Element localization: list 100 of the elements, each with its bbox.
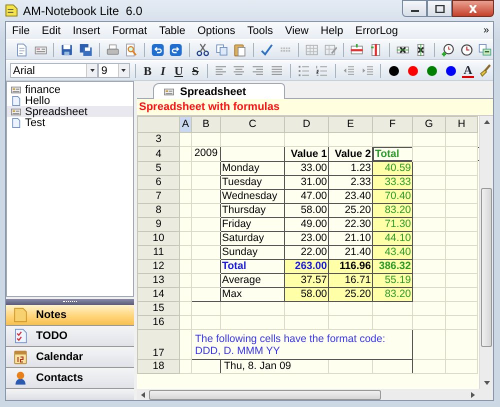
row-header[interactable]: 8 [138, 204, 180, 218]
format-button[interactable]: I [158, 64, 168, 78]
menu-item[interactable]: Format [112, 24, 148, 36]
menu-item[interactable]: File [12, 24, 30, 36]
brush-icon[interactable] [478, 64, 492, 78]
print-preview-icon[interactable] [124, 42, 138, 56]
horizontal-scrollbar[interactable] [137, 389, 493, 400]
printer-icon[interactable] [106, 42, 120, 56]
row-header[interactable]: 12 [138, 260, 180, 274]
scissors-icon[interactable] [196, 42, 210, 56]
menu-item[interactable]: ErrorLog [355, 24, 398, 36]
font-color-button[interactable]: A [462, 64, 474, 78]
export-icon[interactable] [478, 42, 492, 56]
font-size-dropdown[interactable]: 9 [98, 63, 130, 78]
row-header[interactable]: 13 [138, 274, 180, 288]
color-button[interactable] [426, 66, 437, 76]
row-header[interactable]: 3 [138, 132, 180, 146]
clock-add-icon[interactable] [440, 42, 455, 56]
vertical-scrollbar[interactable] [479, 116, 493, 389]
bullet-list-icon[interactable] [296, 64, 310, 78]
caret-icon [90, 69, 95, 72]
color-button[interactable] [389, 66, 400, 76]
arrow-up-icon[interactable] [484, 120, 490, 124]
row-header[interactable]: 14 [138, 288, 180, 302]
column-header[interactable]: D [284, 116, 328, 132]
minimize-button[interactable] [402, 0, 427, 17]
redo-icon[interactable] [169, 42, 184, 56]
column-header[interactable]: C [220, 116, 284, 132]
close-button[interactable] [452, 0, 494, 17]
new-page-icon[interactable] [15, 42, 29, 56]
column-header[interactable]: G [412, 116, 446, 132]
row-header[interactable]: 10 [138, 232, 180, 246]
column-header[interactable]: A [180, 116, 192, 132]
insert-row-icon[interactable] [350, 42, 364, 56]
row-header[interactable]: 7 [138, 190, 180, 204]
row-header[interactable]: 4 [138, 146, 180, 162]
numbered-list-icon[interactable] [315, 64, 329, 78]
nav-button[interactable]: Notes [6, 305, 134, 326]
menu-item[interactable]: View [284, 24, 309, 36]
menu-item[interactable]: Edit [42, 24, 61, 36]
row-header[interactable]: 18 [138, 360, 180, 374]
maximize-button[interactable] [427, 0, 452, 17]
column-header[interactable]: H [446, 116, 478, 132]
note-item[interactable]: finance [7, 84, 133, 95]
justify-icon[interactable] [270, 64, 284, 78]
menu-item[interactable]: Table [159, 24, 186, 36]
app-icon [5, 4, 18, 17]
row-header[interactable]: 11 [138, 246, 180, 260]
checkmark-icon[interactable] [260, 42, 274, 56]
format-button[interactable]: B [140, 64, 155, 78]
column-label: Value 1 [290, 148, 327, 160]
menu-item[interactable]: Tools [247, 24, 273, 36]
nav-button[interactable]: Contacts [6, 368, 134, 389]
clock-icon[interactable] [460, 42, 474, 56]
arrow-right-icon[interactable] [471, 392, 475, 398]
row-header[interactable]: 5 [138, 162, 180, 176]
font-dropdown[interactable]: Arial [10, 63, 98, 78]
menu-item[interactable]: Options [197, 24, 236, 36]
nav-button[interactable]: Calendar [6, 347, 134, 368]
arrow-left-icon[interactable] [141, 392, 145, 398]
table-cell: 33.33 [372, 176, 412, 190]
nav-button[interactable]: TODO [6, 326, 134, 347]
note-icon [13, 307, 28, 323]
align-center-icon[interactable] [232, 64, 246, 78]
column-header[interactable]: B [192, 116, 220, 132]
tab[interactable]: Spreadsheet [153, 83, 286, 99]
table-cell: 58.00 [284, 288, 328, 302]
color-button[interactable] [408, 66, 418, 76]
year-label: 2009 [194, 148, 218, 159]
column-header[interactable]: E [328, 116, 372, 132]
arrow-down-icon[interactable] [484, 381, 490, 385]
row-header[interactable]: 9 [138, 218, 180, 232]
copy-icon[interactable] [214, 42, 228, 56]
color-button[interactable] [446, 66, 456, 76]
table-cell: 31.00 [284, 176, 328, 190]
undo-icon[interactable] [150, 42, 164, 56]
note-item[interactable]: Hello [7, 95, 133, 106]
row-header[interactable]: 6 [138, 176, 180, 190]
note-item[interactable]: Test [7, 117, 133, 128]
table-cell: 43.40 [372, 246, 412, 260]
column-header[interactable]: F [372, 116, 412, 132]
insert-column-icon[interactable] [369, 42, 383, 56]
align-left-icon[interactable] [214, 64, 228, 78]
format-button[interactable]: U [171, 64, 186, 78]
format-button[interactable]: S [189, 64, 202, 78]
menu-item[interactable]: Help [320, 24, 344, 36]
table-cell: 44.10 [372, 232, 412, 246]
row-header[interactable]: 17 [138, 330, 180, 360]
row-header[interactable]: 15 [138, 302, 180, 316]
table-edit-icon[interactable] [324, 42, 338, 56]
table-cell: Tuesday [220, 176, 284, 190]
row-header[interactable]: 16 [138, 316, 180, 330]
save-icon[interactable] [60, 42, 74, 56]
note-item[interactable]: Spreadsheet [7, 106, 133, 117]
menu-overflow[interactable]: » [483, 25, 489, 36]
table-cell: Monday [220, 162, 284, 176]
save-all-icon[interactable] [78, 42, 93, 56]
align-right-icon[interactable] [251, 64, 265, 78]
menu-item[interactable]: Insert [72, 24, 100, 36]
paste-icon[interactable] [233, 42, 247, 56]
